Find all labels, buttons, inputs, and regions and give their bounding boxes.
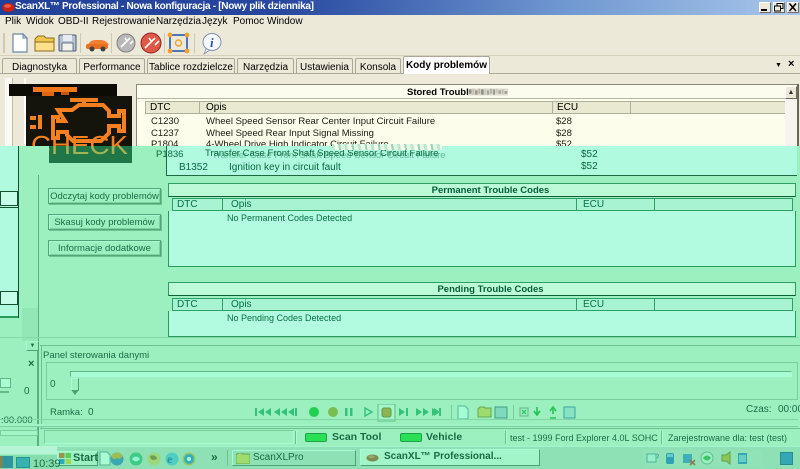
svg-text:i: i — [210, 35, 214, 50]
